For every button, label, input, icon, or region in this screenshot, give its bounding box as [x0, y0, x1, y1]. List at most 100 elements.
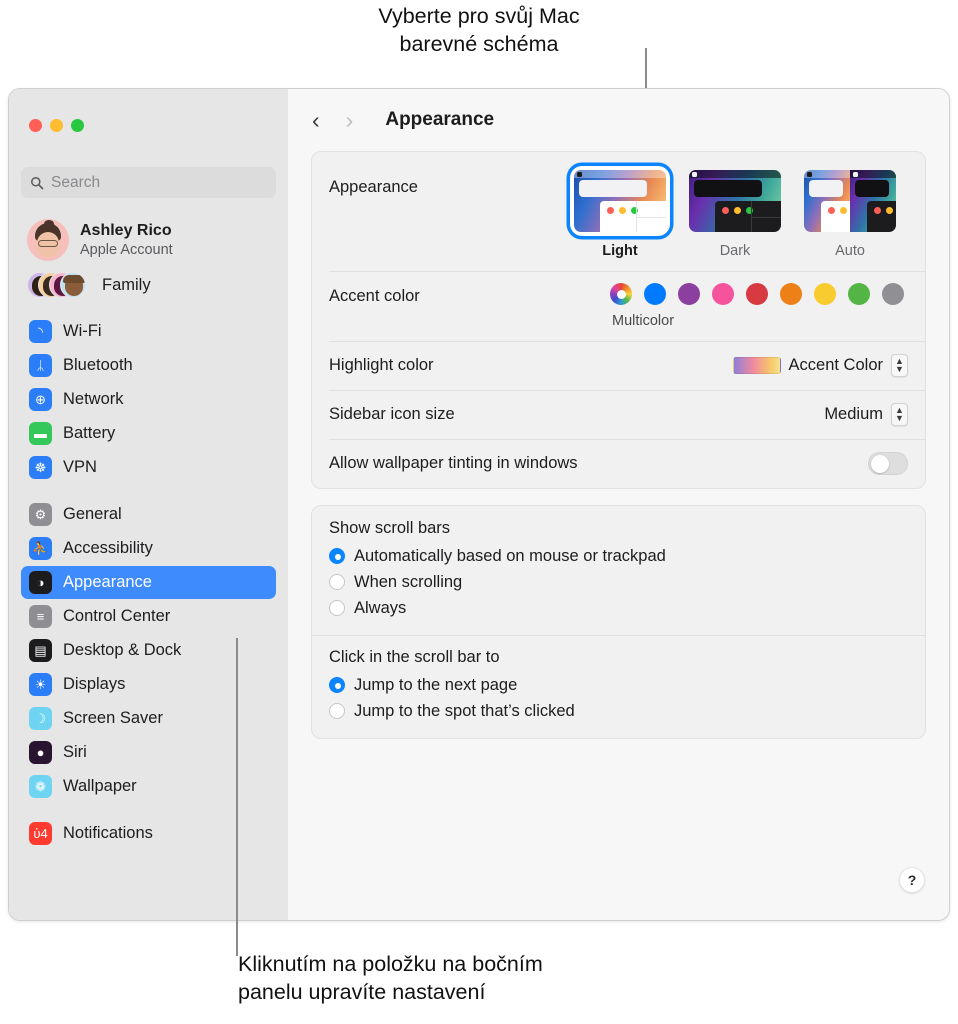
mini-traffic-dot — [746, 207, 753, 214]
radio-button[interactable] — [329, 677, 345, 693]
accent-color-row: Accent color Multicolor — [312, 271, 925, 341]
sidebar-item-label-family: Family — [102, 276, 151, 295]
sidebar-icon-size-value: Medium — [824, 405, 883, 424]
callout-bottom-text: Kliknutím na položku na bočním panelu up… — [238, 950, 543, 1007]
appearance-label: Appearance — [329, 166, 418, 197]
accent-swatch-yellow[interactable] — [814, 283, 836, 305]
sidebar-item-wi-fi[interactable]: ◝Wi-Fi — [21, 315, 276, 348]
accent-swatch-orange[interactable] — [780, 283, 802, 305]
scroll-click-section: Click in the scroll bar to Jump to the n… — [312, 635, 925, 738]
accent-swatch-red[interactable] — [746, 283, 768, 305]
sidebar-item-appearance[interactable]: ◑ Appearance — [21, 566, 276, 599]
sidebar-icon-size-label: Sidebar icon size — [329, 405, 455, 424]
theme-thumb-half-dark — [850, 170, 896, 232]
sidebar-item-family[interactable]: Family — [21, 269, 276, 301]
window-controls[interactable] — [29, 119, 84, 132]
radio-button[interactable] — [329, 548, 345, 564]
search-placeholder: Search — [51, 174, 100, 192]
close-button[interactable] — [29, 119, 42, 132]
accent-color-label: Accent color — [329, 283, 420, 306]
appearance-option-label: Light — [602, 243, 637, 259]
appearance-row: Appearance Light Dark Auto — [312, 152, 925, 271]
appearance-icon: ◑ — [29, 571, 52, 594]
scroll-click-option[interactable]: Jump to the next page — [329, 672, 908, 698]
radio-button[interactable] — [329, 574, 345, 590]
network-icon: ⊕ — [29, 388, 52, 411]
sidebar-item-label: Displays — [63, 675, 125, 694]
sidebar-item-label: Appearance — [63, 573, 152, 592]
bluetooth-icon: ᛦ — [29, 354, 52, 377]
sidebar-scroll-area: Ashley Rico Apple Account Family ◝Wi-Fiᛦ… — [9, 209, 288, 920]
apple-menu-icon — [692, 172, 697, 177]
sidebar-item-label: General — [63, 505, 122, 524]
accent-swatch-graphite[interactable] — [882, 283, 904, 305]
sidebar-item-battery[interactable]: ▬ Battery — [21, 417, 276, 450]
toolbar: ‹ › Appearance — [288, 89, 949, 151]
accent-swatch-multicolor[interactable] — [610, 283, 632, 305]
mini-traffic-dot — [619, 207, 626, 214]
show-scroll-bars-option[interactable]: Always — [329, 595, 908, 621]
theme-thumb-half-dark — [689, 170, 781, 232]
appearance-thumb-light[interactable] — [570, 166, 670, 236]
appearance-thumb-dark[interactable] — [685, 166, 785, 236]
accessibility-icon: ⛹ — [29, 537, 52, 560]
desktop-dock-icon: ▤ — [29, 639, 52, 662]
accent-swatch-pink[interactable] — [712, 283, 734, 305]
vpn-icon: ☸ — [29, 456, 52, 479]
apple-menu-icon — [807, 172, 812, 177]
mini-traffic-dot — [874, 207, 881, 214]
sidebar-item-apple-account[interactable]: Ashley Rico Apple Account — [21, 213, 276, 267]
show-scroll-bars-option[interactable]: When scrolling — [329, 569, 908, 595]
appearance-option-dark[interactable]: Dark — [683, 166, 787, 259]
appearance-option-light[interactable]: Light — [568, 166, 672, 259]
mini-traffic-dot — [631, 207, 638, 214]
chevron-updown-icon[interactable]: ▲▼ — [891, 354, 908, 377]
zoom-button[interactable] — [71, 119, 84, 132]
chevron-right-icon[interactable]: › — [340, 107, 360, 134]
appearance-option-label: Auto — [835, 243, 865, 259]
scroll-click-option[interactable]: Jump to the spot that’s clicked — [329, 698, 908, 724]
show-scroll-bars-options: Automatically based on mouse or trackpad… — [329, 543, 908, 621]
radio-button[interactable] — [329, 703, 345, 719]
appearance-thumb-auto[interactable] — [800, 166, 900, 236]
theme-thumb-half-light — [574, 170, 666, 232]
accent-swatch-blue[interactable] — [644, 283, 666, 305]
sidebar-group-0: ◝Wi-FiᛦBluetooth ⊕ Network ▬ Battery ☸VPN — [21, 315, 276, 484]
notifications-icon: ὑ4 — [29, 822, 52, 845]
sidebar-item-control-center[interactable]: ≡Control Center — [21, 600, 276, 633]
sidebar-icon-size-row[interactable]: Sidebar icon size Medium ▲▼ — [312, 390, 925, 439]
search-input[interactable]: Search — [21, 167, 276, 198]
sidebar-item-label: Network — [63, 390, 124, 409]
system-settings-window: Search Ashley Rico Apple Account — [8, 88, 950, 921]
sidebar-item-label: Desktop & Dock — [63, 641, 181, 660]
screen-saver-icon: ☽ — [29, 707, 52, 730]
mini-traffic-dot — [886, 207, 893, 214]
highlight-color-value: Accent Color — [789, 356, 883, 375]
callout-bottom-leader-line — [236, 638, 238, 956]
search-icon — [30, 176, 44, 190]
highlight-color-row[interactable]: Highlight color Accent Color ▲▼ — [312, 341, 925, 390]
sidebar-item-label: Battery — [63, 424, 115, 443]
scroll-click-title: Click in the scroll bar to — [329, 648, 908, 667]
scroll-bars-card: Show scroll bars Automatically based on … — [311, 505, 926, 739]
radio-button[interactable] — [329, 600, 345, 616]
chevron-left-icon[interactable]: ‹ — [306, 107, 326, 134]
minimize-button[interactable] — [50, 119, 63, 132]
scroll-click-option-label: Jump to the spot that’s clicked — [354, 702, 575, 721]
sidebar-item-network[interactable]: ⊕ Network — [21, 383, 276, 416]
chevron-updown-icon[interactable]: ▲▼ — [891, 403, 908, 426]
highlight-color-label: Highlight color — [329, 356, 434, 375]
show-scroll-bars-option[interactable]: Automatically based on mouse or trackpad — [329, 543, 908, 569]
accent-swatch-purple[interactable] — [678, 283, 700, 305]
theme-thumb-half-light — [804, 170, 850, 232]
accent-swatch-green[interactable] — [848, 283, 870, 305]
highlight-color-swatch — [733, 357, 781, 374]
battery-icon: ▬ — [29, 422, 52, 445]
appearance-option-auto[interactable]: Auto — [798, 166, 902, 259]
help-icon[interactable]: ? — [899, 867, 925, 893]
sidebar-item-vpn[interactable]: ☸VPN — [21, 451, 276, 484]
wallpaper-tinting-toggle[interactable] — [868, 452, 908, 475]
sidebar-item-general[interactable]: ⚙General — [21, 498, 276, 531]
sidebar-item-accessibility[interactable]: ⛹Accessibility — [21, 532, 276, 565]
sidebar-item-bluetooth[interactable]: ᛦBluetooth — [21, 349, 276, 382]
